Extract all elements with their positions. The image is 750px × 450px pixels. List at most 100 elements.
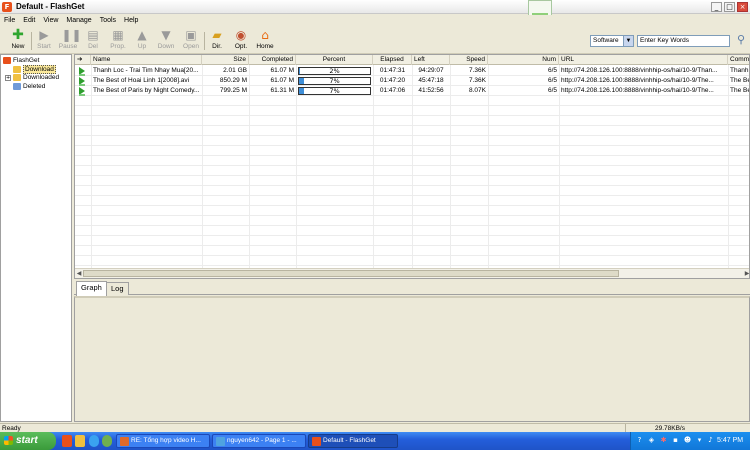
- flashget-tray-icon[interactable]: ▾: [695, 436, 704, 445]
- messenger-quicklaunch-icon[interactable]: [102, 435, 112, 447]
- tree-root-flashget[interactable]: FlashGet: [3, 56, 39, 65]
- table-row[interactable]: The Best of Hoai Linh 1[2008].avi 850.29…: [75, 76, 750, 86]
- antivirus-icon[interactable]: ✱: [659, 436, 668, 445]
- column-header-size[interactable]: Size: [202, 55, 249, 65]
- grid-line: [75, 265, 749, 266]
- menu-file[interactable]: File: [0, 15, 19, 27]
- grid-line: [75, 185, 749, 186]
- task-url: http://74.208.126.100:8888/vinhhip-os/ha…: [561, 87, 714, 94]
- browser-quicklaunch-icon[interactable]: [89, 435, 99, 447]
- column-header-speed[interactable]: Speed: [450, 55, 488, 65]
- column-header-percent[interactable]: Percent: [296, 55, 373, 65]
- grid-line: [75, 245, 749, 246]
- column-header-elapsed[interactable]: Elapsed: [373, 55, 412, 65]
- tree-item-downloaded[interactable]: Downloaded: [13, 73, 59, 82]
- task-num: 6/5: [547, 77, 557, 84]
- menu-view[interactable]: View: [39, 15, 62, 27]
- column-header-num[interactable]: Num: [488, 55, 559, 65]
- open-button[interactable]: ▣ Open: [179, 29, 203, 53]
- chevron-down-icon[interactable]: ▼: [623, 36, 633, 46]
- task-elapsed: 01:47:06: [379, 87, 406, 94]
- task-size: 2.01 GB: [223, 67, 247, 74]
- grid-line: [75, 145, 749, 146]
- task-elapsed: 01:47:20: [379, 77, 406, 84]
- move-up-button[interactable]: ▲ Up: [130, 29, 154, 53]
- grid-line: [75, 115, 749, 116]
- horizontal-scrollbar[interactable]: ◀ ▶: [75, 268, 749, 278]
- task-comment: The Be: [730, 77, 750, 84]
- tab-graph[interactable]: Graph: [76, 281, 107, 296]
- column-header-left[interactable]: Left: [412, 55, 450, 65]
- home-icon: ⌂: [261, 28, 269, 42]
- task-speed: 7.36K: [469, 77, 486, 84]
- volume-icon[interactable]: ♪: [706, 436, 715, 445]
- menu-help[interactable]: Help: [120, 15, 142, 27]
- status-column-header[interactable]: ➔: [75, 55, 91, 65]
- expand-icon[interactable]: +: [5, 75, 11, 81]
- taskbar-button-page[interactable]: nguyen642 - Page 1 - ...: [212, 434, 306, 448]
- new-button[interactable]: ✚ New: [6, 27, 30, 53]
- options-icon: ◉: [235, 28, 247, 42]
- grid-line: [75, 255, 749, 256]
- grid-line: [75, 195, 749, 196]
- folder-quicklaunch-icon[interactable]: [75, 435, 85, 447]
- start-button[interactable]: ▶ Start: [32, 29, 56, 53]
- table-row[interactable]: The Best of Paris by Night Comedy... 799…: [75, 86, 750, 96]
- home-button[interactable]: ⌂ Home: [253, 29, 277, 53]
- menu-manage[interactable]: Manage: [62, 15, 95, 27]
- task-name: The Best of Hoai Linh 1[2008].avi: [93, 77, 190, 84]
- network-icon[interactable]: ▪: [671, 436, 680, 445]
- task-speed: 7.36K: [469, 67, 486, 74]
- scrollbar-thumb[interactable]: [83, 270, 619, 277]
- running-task-icon: [79, 87, 85, 96]
- tab-log[interactable]: Log: [106, 282, 129, 295]
- open-folder-icon: ▣: [185, 28, 197, 42]
- messenger-icon[interactable]: ☻: [683, 436, 692, 445]
- plus-icon: ✚: [12, 27, 24, 43]
- status-bar: Ready 29.78KB/s: [0, 423, 750, 433]
- delete-button[interactable]: ▤ Del: [81, 29, 105, 53]
- close-button[interactable]: ×: [737, 2, 748, 12]
- flashget-quicklaunch-icon[interactable]: [62, 435, 72, 447]
- column-header-name[interactable]: Name: [91, 55, 202, 65]
- arrow-up-icon: ▲: [137, 28, 147, 42]
- task-progress-bar: 2%: [298, 67, 371, 75]
- taskbar-button-forum[interactable]: RE: Tổng hợp video H...: [116, 434, 210, 448]
- move-down-button[interactable]: ▼ Down: [154, 29, 178, 53]
- minimize-button[interactable]: _: [711, 2, 722, 12]
- column-header-comment[interactable]: Comm: [728, 55, 749, 65]
- start-button[interactable]: start: [0, 432, 56, 450]
- category-select[interactable]: Software ▼: [590, 35, 634, 47]
- menu-tools[interactable]: Tools: [96, 15, 120, 27]
- scroll-right-icon[interactable]: ▶: [743, 269, 749, 278]
- properties-button[interactable]: ▦ Prop.: [106, 29, 130, 53]
- pause-button[interactable]: ❚❚ Pause: [56, 29, 82, 53]
- directory-button[interactable]: ▰ Dir.: [205, 29, 229, 53]
- tree-item-deleted[interactable]: Deleted: [13, 82, 45, 91]
- column-header-url[interactable]: URL: [559, 55, 728, 65]
- security-icon[interactable]: ◈: [647, 436, 656, 445]
- scroll-left-icon[interactable]: ◀: [75, 269, 83, 278]
- grid-line: [75, 215, 749, 216]
- running-task-icon: [79, 67, 85, 76]
- options-button[interactable]: ◉ Opt.: [229, 29, 253, 53]
- taskbar-button-flashget[interactable]: Default - FlashGet: [308, 434, 398, 448]
- task-list-header: ➔ Name Size Completed Percent Elapsed Le…: [75, 55, 749, 65]
- column-header-completed[interactable]: Completed: [249, 55, 296, 65]
- browser-icon: [216, 437, 225, 446]
- help-icon[interactable]: ?: [635, 436, 644, 445]
- task-url: http://74.208.126.100:8888/vinhhip-os/ha…: [561, 67, 718, 74]
- bottom-tab-strip: Graph Log: [74, 281, 750, 296]
- task-size: 850.29 M: [219, 77, 247, 84]
- task-completed: 61.31 M: [270, 87, 295, 94]
- search-icon[interactable]: ⚲: [734, 33, 748, 47]
- search-input[interactable]: Enter Key Words: [637, 35, 730, 47]
- task-progress-bar: 7%: [298, 87, 371, 95]
- flashget-logo-icon: F: [2, 2, 12, 12]
- table-row[interactable]: Thanh Loc - Trai Tim Nhay Mua[20... 2.01…: [75, 66, 749, 76]
- maximize-button[interactable]: □: [724, 2, 735, 12]
- menu-edit[interactable]: Edit: [19, 15, 39, 27]
- task-left: 45:47:18: [418, 77, 444, 84]
- task-comment: The Be: [730, 87, 750, 94]
- grid-line: [75, 235, 749, 236]
